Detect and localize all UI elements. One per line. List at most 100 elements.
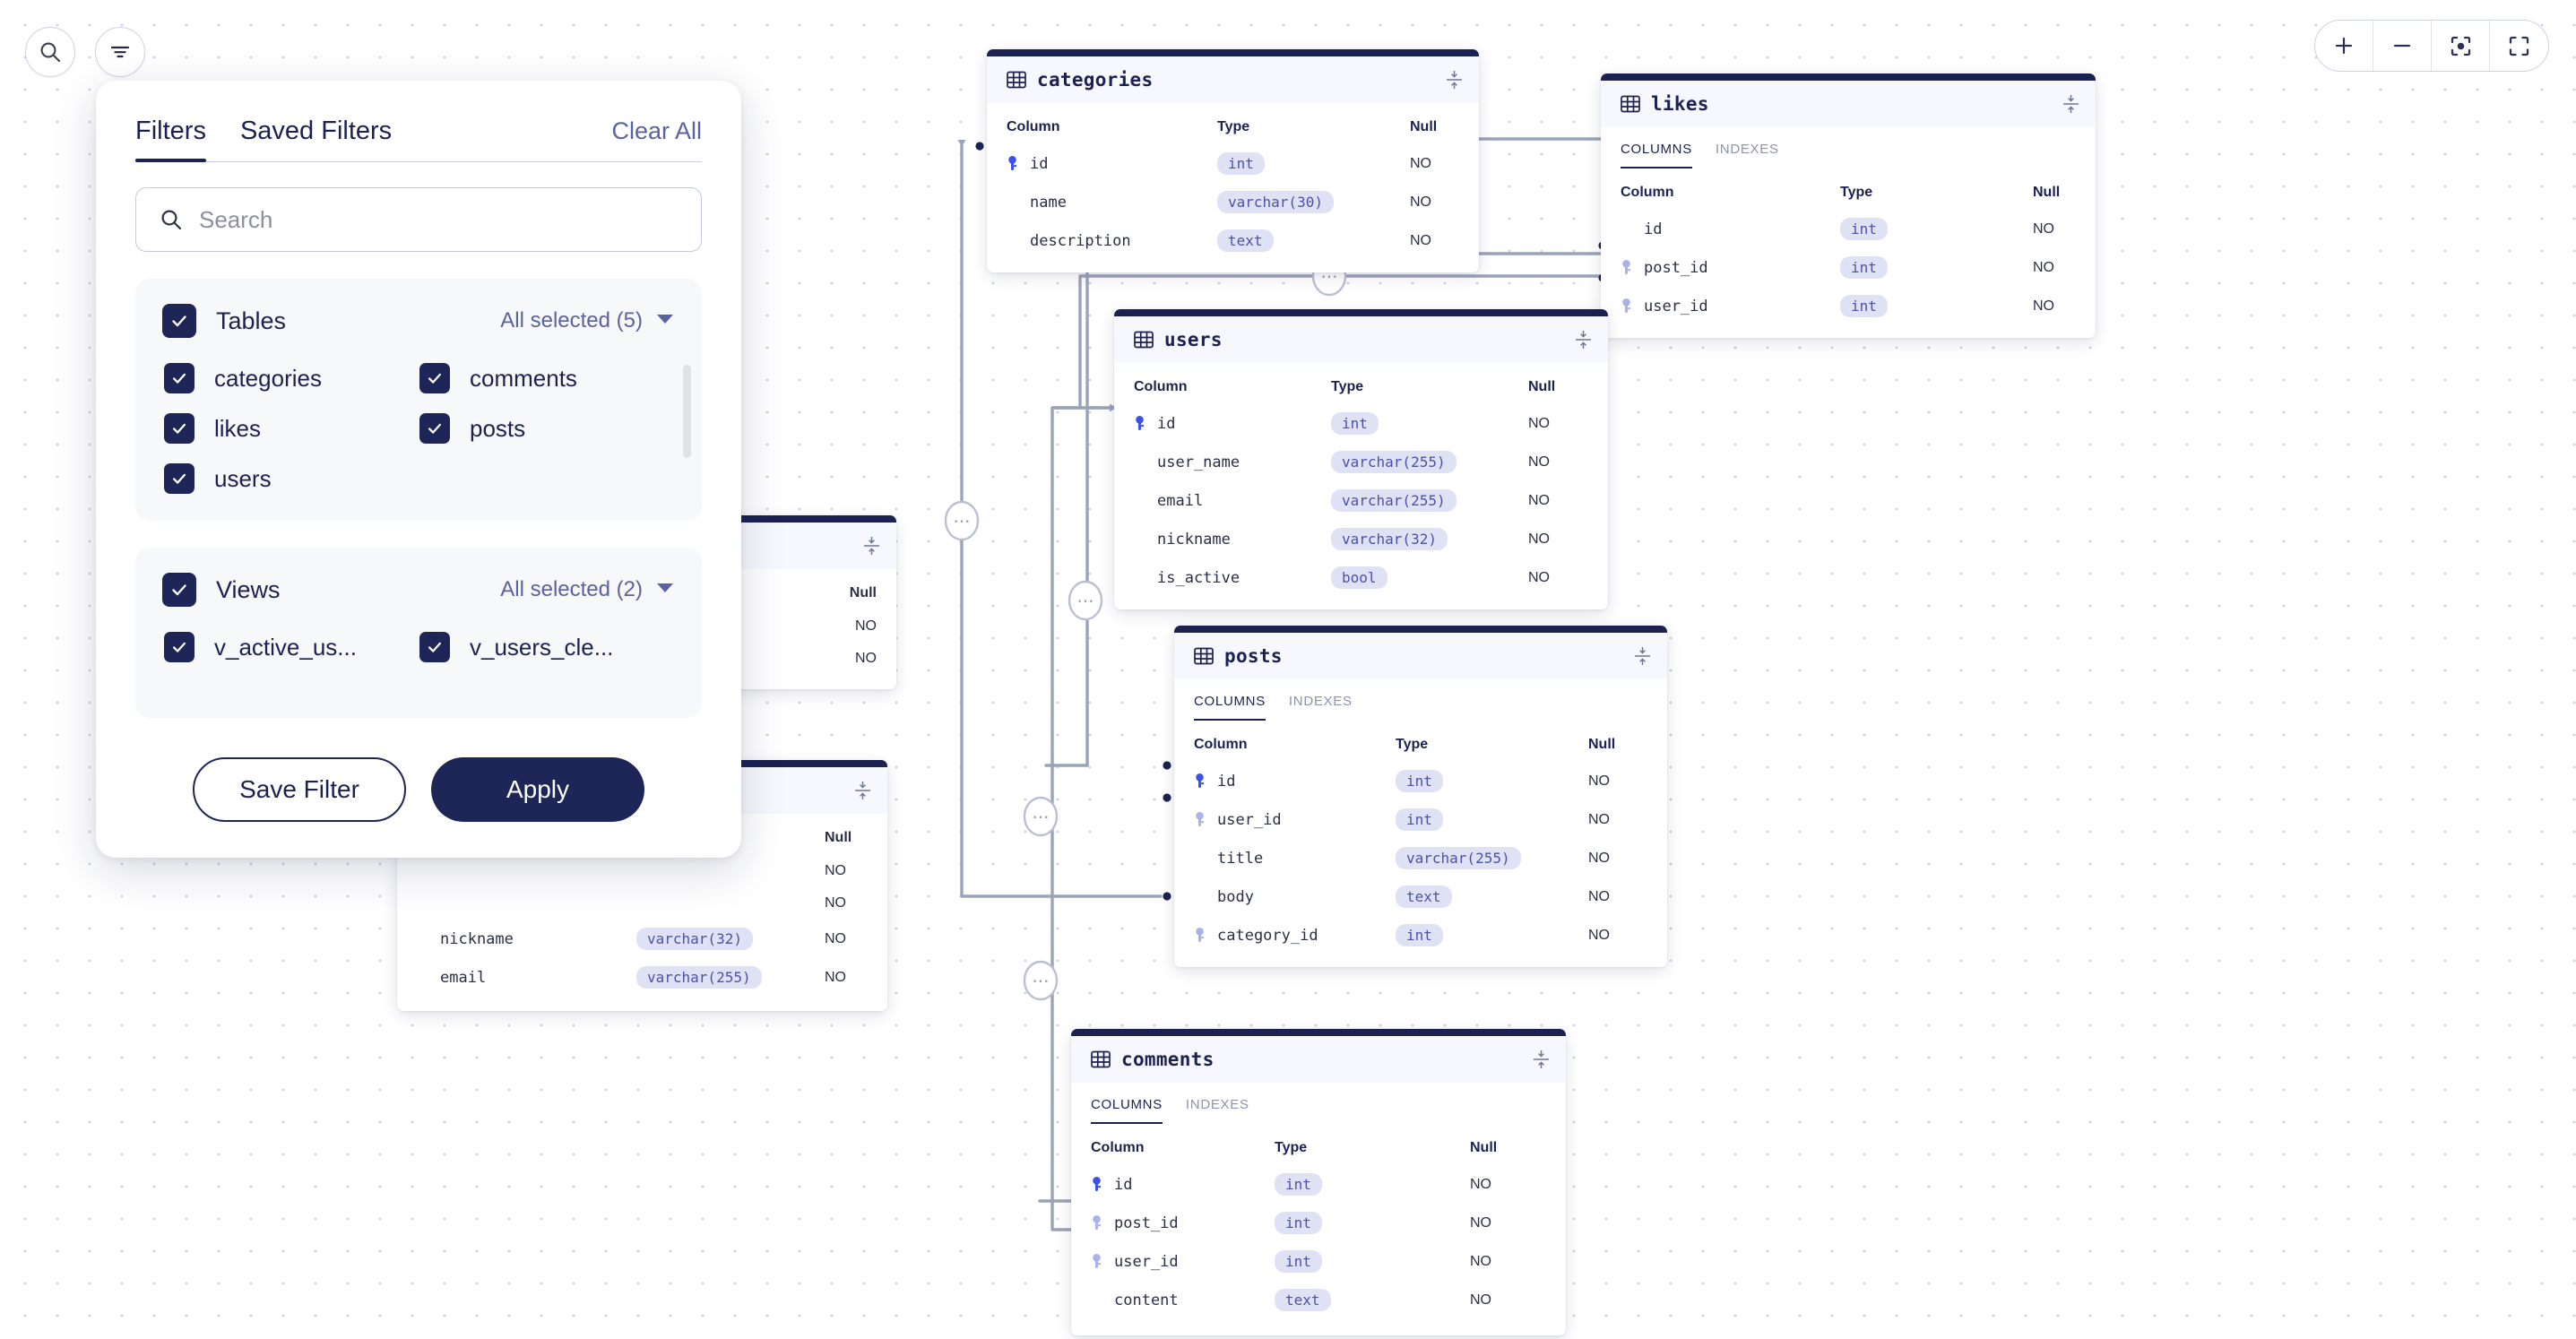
collapse-icon[interactable] <box>1634 646 1651 666</box>
group-item-list[interactable]: categories comments likes posts users <box>162 363 675 494</box>
table-row[interactable]: user_name varchar(255) NO <box>1114 443 1608 481</box>
center-focus-button[interactable] <box>2432 21 2490 71</box>
tab-saved-filters[interactable]: Saved Filters <box>240 117 392 162</box>
list-item[interactable]: likes <box>164 413 419 444</box>
table-row[interactable]: id int NO <box>1114 404 1608 443</box>
table-row[interactable]: content text NO <box>1071 1281 1566 1319</box>
card-tab-columns[interactable]: COLUMNS <box>1091 1097 1163 1124</box>
card-tab-columns[interactable]: COLUMNS <box>1621 142 1692 168</box>
table-row[interactable]: title varchar(255) NO <box>1174 839 1667 877</box>
search-button[interactable] <box>25 27 75 77</box>
table-row[interactable]: category_id int NO <box>1174 916 1667 955</box>
table-card-users[interactable]: users Column Type Null id int NO user_na… <box>1114 309 1608 609</box>
table-row[interactable]: is_active bool NO <box>1114 558 1608 597</box>
header-null: Null <box>849 585 877 600</box>
table-row[interactable]: nickname varchar(32) NO <box>1114 520 1608 558</box>
list-item[interactable]: v_active_us... <box>164 632 419 662</box>
card-tab-bar[interactable]: COLUMNS INDEXES <box>1601 127 2096 168</box>
table-card-posts[interactable]: posts COLUMNS INDEXES Column Type Null i… <box>1174 626 1667 967</box>
table-row[interactable]: id int NO <box>987 144 1479 183</box>
card-header[interactable]: comments <box>1071 1036 1566 1083</box>
card-header[interactable]: likes <box>1601 81 2096 127</box>
panel-actions[interactable]: Save Filter Apply <box>135 757 702 822</box>
card-tab-indexes[interactable]: INDEXES <box>1289 694 1353 721</box>
table-card-likes[interactable]: likes COLUMNS INDEXES Column Type Null i… <box>1601 73 2096 338</box>
group-header[interactable]: Tables All selected (5) <box>162 304 675 338</box>
checkbox[interactable] <box>419 632 450 662</box>
table-row[interactable]: NO <box>397 887 887 920</box>
cell-type: varchar(255) <box>1396 847 1521 869</box>
card-header[interactable]: categories <box>987 56 1479 103</box>
card-header[interactable]: users <box>1114 316 1608 363</box>
table-row[interactable]: user_id int NO <box>1601 287 2096 325</box>
card-header[interactable]: posts <box>1174 633 1667 679</box>
foreign-key-icon <box>1091 1215 1114 1231</box>
list-item[interactable]: comments <box>419 363 675 393</box>
zoom-in-button[interactable] <box>2315 21 2373 71</box>
checkbox[interactable] <box>164 413 194 444</box>
cell-column: is_active <box>1157 568 1240 587</box>
table-row[interactable]: body text NO <box>1174 877 1667 916</box>
group-checkbox-views[interactable] <box>162 573 196 607</box>
chevron-down-icon[interactable] <box>655 313 675 330</box>
card-tab-bar[interactable]: COLUMNS INDEXES <box>1174 679 1667 721</box>
tab-filters[interactable]: Filters <box>135 117 206 162</box>
table-card-categories[interactable]: categories Column Type Null id int NO na… <box>987 49 1479 272</box>
table-row[interactable]: id int NO <box>1174 762 1667 800</box>
clear-all-button[interactable]: Clear All <box>611 117 702 145</box>
filter-panel[interactable]: Filters Saved Filters Clear All Search T… <box>96 81 741 858</box>
checkbox[interactable] <box>164 463 194 494</box>
collapse-icon[interactable] <box>1575 330 1592 350</box>
apply-button[interactable]: Apply <box>431 757 644 822</box>
group-header[interactable]: Views All selected (2) <box>162 573 675 607</box>
save-filter-button[interactable]: Save Filter <box>193 757 406 822</box>
group-checkbox-tables[interactable] <box>162 304 196 338</box>
list-item[interactable]: users <box>164 463 419 494</box>
search-input[interactable]: Search <box>199 206 272 234</box>
checkbox[interactable] <box>164 363 194 393</box>
table-row[interactable]: nickname varchar(32) NO <box>397 920 887 958</box>
collapse-icon[interactable] <box>1533 1050 1550 1069</box>
card-tab-columns[interactable]: COLUMNS <box>1194 694 1266 721</box>
fullscreen-button[interactable] <box>2490 21 2548 71</box>
cell-column: description <box>1030 231 1131 250</box>
chevron-down-icon[interactable] <box>655 582 675 599</box>
card-tab-bar[interactable]: COLUMNS INDEXES <box>1071 1083 1566 1124</box>
diagram-canvas[interactable]: ··· ··· ··· ··· ··· Null NO NO Null NO N… <box>0 0 2576 1339</box>
table-row[interactable]: id int NO <box>1601 210 2096 248</box>
table-row[interactable]: id int NO <box>1071 1165 1566 1204</box>
search-field[interactable]: Search <box>135 187 702 252</box>
svg-text:···: ··· <box>1032 807 1049 828</box>
zoom-out-button[interactable] <box>2373 21 2432 71</box>
primary-key-icon <box>1134 416 1157 431</box>
table-row[interactable]: post_id int NO <box>1601 248 2096 287</box>
filter-group-views[interactable]: Views All selected (2) v_active_us... v_… <box>135 548 702 718</box>
panel-tab-bar[interactable]: Filters Saved Filters Clear All <box>135 117 702 162</box>
list-item[interactable]: categories <box>164 363 419 393</box>
list-item[interactable]: posts <box>419 413 675 444</box>
checkbox[interactable] <box>164 632 194 662</box>
card-tab-indexes[interactable]: INDEXES <box>1186 1097 1249 1124</box>
table-row[interactable]: user_id int NO <box>1071 1242 1566 1281</box>
table-row[interactable]: email varchar(255) NO <box>397 958 887 997</box>
table-row[interactable]: description text NO <box>987 221 1479 260</box>
list-item[interactable]: v_users_cle... <box>419 632 675 662</box>
checkbox[interactable] <box>419 363 450 393</box>
table-row[interactable]: post_id int NO <box>1071 1204 1566 1242</box>
collapse-icon[interactable] <box>854 781 871 800</box>
filter-group-tables[interactable]: Tables All selected (5) categories comme… <box>135 279 702 521</box>
checkbox[interactable] <box>419 413 450 444</box>
collapse-icon[interactable] <box>863 536 880 556</box>
zoom-toolbar[interactable] <box>2314 20 2549 72</box>
table-row[interactable]: email varchar(255) NO <box>1114 481 1608 520</box>
card-tab-indexes[interactable]: INDEXES <box>1716 142 1779 168</box>
collapse-icon[interactable] <box>2062 94 2079 114</box>
table-row[interactable]: NO <box>397 855 887 887</box>
filter-button[interactable] <box>95 27 145 77</box>
table-card-comments[interactable]: comments COLUMNS INDEXES Column Type Nul… <box>1071 1029 1566 1335</box>
table-row[interactable]: user_id int NO <box>1174 800 1667 839</box>
group-item-list[interactable]: v_active_us... v_users_cle... <box>162 632 675 662</box>
collapse-icon[interactable] <box>1446 70 1463 90</box>
table-row[interactable]: name varchar(30) NO <box>987 183 1479 221</box>
group-scrollbar[interactable] <box>683 365 691 458</box>
